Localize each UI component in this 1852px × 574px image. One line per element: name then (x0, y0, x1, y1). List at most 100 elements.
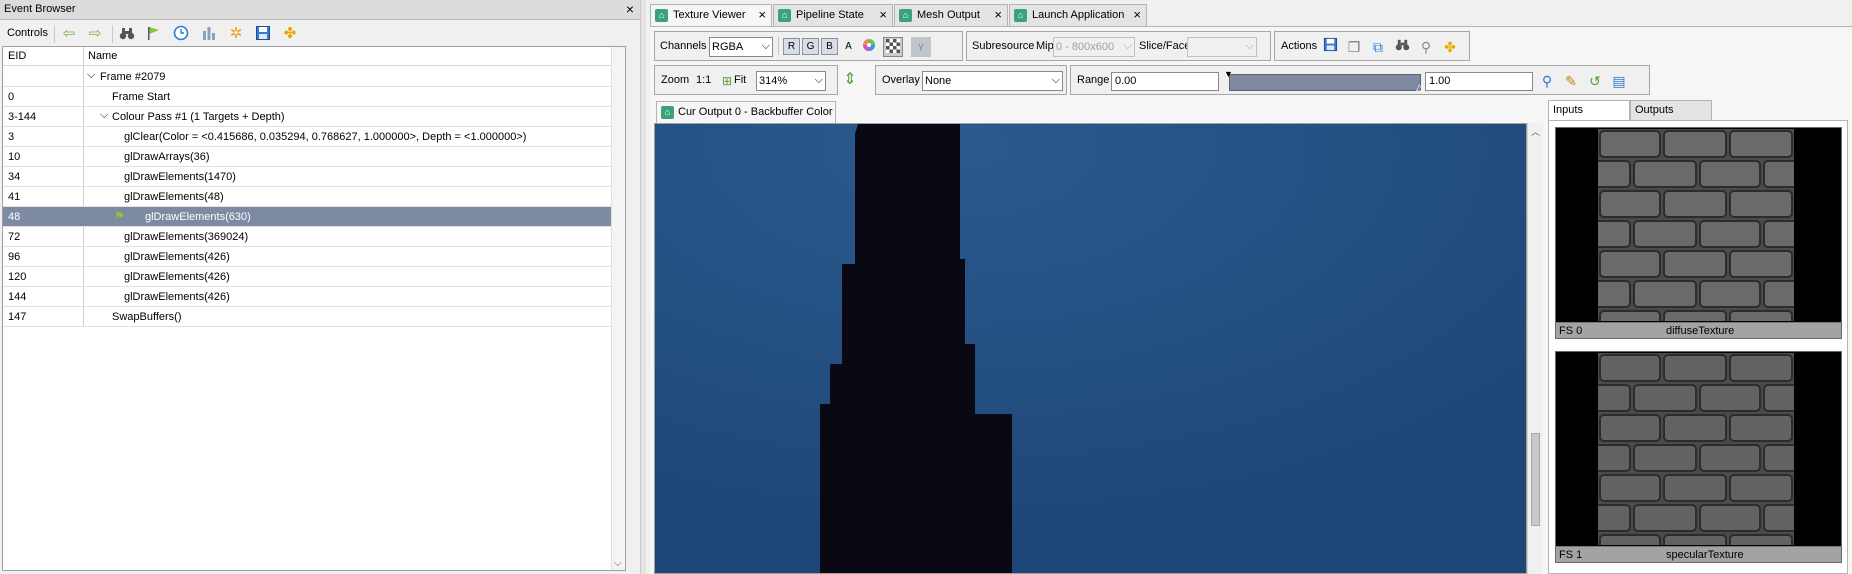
panel-splitter[interactable] (640, 0, 646, 574)
texture-view-canvas[interactable] (654, 123, 1527, 574)
window-icon: ⌂ (778, 9, 791, 22)
tab-launch-application[interactable]: ⌂ Launch Application × (1009, 4, 1147, 26)
range-min-handle[interactable]: ▼ (1224, 69, 1233, 79)
flag-icon[interactable] (144, 25, 162, 43)
open-file-icon[interactable]: ⧉ (1368, 37, 1388, 57)
fit-button[interactable]: Fit (734, 74, 746, 86)
range-histogram-slider[interactable] (1229, 74, 1421, 91)
arrow-left-icon[interactable]: ⇦ (60, 25, 78, 43)
close-icon[interactable]: × (626, 1, 634, 17)
binoculars-icon[interactable] (118, 25, 136, 43)
event-row[interactable]: 96 glDrawElements(426) (3, 247, 625, 267)
event-id: 48 (8, 211, 21, 223)
chevron-down-icon[interactable]: ⌵ (87, 69, 95, 82)
event-row[interactable]: 41 glDrawElements(48) (3, 187, 625, 207)
tab-label: Texture Viewer (673, 9, 746, 21)
thumbnail-name: specularTexture (1666, 549, 1744, 561)
range-group: Range 0.00 ▼ △ 1.00 ⚲ ✎ ↺ ▤ (1070, 65, 1650, 95)
event-row[interactable]: 3 glClear(Color = <0.415686, 0.035294, 0… (3, 127, 625, 147)
close-icon[interactable]: × (879, 7, 887, 22)
texture-view-tab[interactable]: ⌂ Cur Output 0 - Backbuffer Color (656, 101, 836, 123)
event-row-pass[interactable]: 3-144 ⌵ Colour Pass #1 (1 Targets + Dept… (3, 107, 625, 127)
event-name: Frame #2079 (100, 71, 166, 83)
overlay-select[interactable]: None ⌵ (922, 71, 1063, 91)
gamma-toggle-icon[interactable]: γ (911, 37, 931, 57)
tab-mesh-output[interactable]: ⌂ Mesh Output × (894, 4, 1008, 26)
event-row[interactable]: 120 glDrawElements(426) (3, 267, 625, 287)
tab-outputs[interactable]: Outputs (1630, 100, 1712, 121)
event-id: 34 (8, 171, 21, 183)
zoom-range-icon[interactable]: ⚲ (1537, 71, 1557, 91)
event-id: 3 (8, 131, 15, 143)
slice-face-select[interactable]: ⌵ (1187, 37, 1257, 57)
texture-view-scrollbar[interactable]: ︿ (1527, 123, 1543, 574)
save-icon[interactable] (254, 25, 272, 43)
window-icon: ⌂ (1014, 9, 1027, 22)
event-row-selected[interactable]: 48 ⚑ glDrawElements(630) (3, 207, 625, 227)
tab-pipeline-state[interactable]: ⌂ Pipeline State × (773, 4, 893, 26)
event-name: Colour Pass #1 (1 Targets + Depth) (112, 111, 285, 123)
tab-texture-viewer[interactable]: ⌂ Texture Viewer × (650, 4, 772, 26)
bar-chart-icon[interactable] (200, 25, 218, 43)
texture-thumbnail[interactable]: FS 1 specularTexture (1555, 351, 1842, 563)
chevron-down-icon[interactable]: ⌵ (614, 558, 622, 569)
event-row[interactable]: 144 glDrawElements(426) (3, 287, 625, 307)
close-icon[interactable]: × (758, 7, 766, 22)
clock-icon[interactable] (172, 25, 190, 43)
event-row[interactable]: 34 glDrawElements(1470) (3, 167, 625, 187)
tab-inputs[interactable]: Inputs (1548, 100, 1630, 121)
event-browser-title-bar: Event Browser × (0, 0, 640, 20)
scrollbar-thumb[interactable] (1531, 433, 1540, 526)
texture-thumbnail[interactable]: FS 0 diffuseTexture (1555, 127, 1842, 339)
mip-select[interactable]: 0 - 800x600 ⌵ (1053, 37, 1135, 57)
checkerboard-icon[interactable] (883, 37, 903, 57)
chevron-up-icon[interactable]: ︿ (1531, 125, 1540, 138)
event-name: SwapBuffers() (112, 311, 182, 323)
event-row[interactable]: 0 Frame Start (3, 87, 625, 107)
zoom-1to1-button[interactable]: 1:1 (696, 74, 711, 86)
event-row[interactable]: 10 glDrawArrays(36) (3, 147, 625, 167)
alpha-channel-toggle[interactable]: A (840, 38, 857, 55)
flip-vertical-icon[interactable]: ⇕ (840, 70, 860, 90)
zoom-select[interactable]: 314% ⌵ (756, 71, 826, 91)
event-row[interactable]: 72 glDrawElements(369024) (3, 227, 625, 247)
thumbnail-slot: FS 0 (1559, 325, 1583, 337)
arrow-right-icon[interactable]: ⇨ (86, 25, 104, 43)
range-max-handle[interactable]: △ (1416, 82, 1423, 93)
red-channel-toggle[interactable]: R (783, 38, 800, 55)
event-tree[interactable]: EID Name ⌵ Frame #2079 0 Frame Start 3-1… (2, 46, 626, 571)
gear-icon[interactable]: ✲ (227, 25, 245, 43)
texture-preview-image (1598, 129, 1794, 321)
reset-icon[interactable]: ↺ (1585, 71, 1605, 91)
toolbar-separator (778, 37, 779, 55)
event-row[interactable]: 147 SwapBuffers() (3, 307, 625, 327)
event-tree-scrollbar[interactable]: ⌵ (611, 47, 625, 570)
event-row-frame[interactable]: ⌵ Frame #2079 (3, 67, 625, 87)
green-channel-toggle[interactable]: G (802, 38, 819, 55)
link-icon[interactable]: ⚲ (1416, 37, 1436, 57)
overlay-label: Overlay (882, 74, 920, 86)
eid-column-header[interactable]: EID (8, 50, 26, 62)
binoculars-icon[interactable] (1392, 37, 1412, 57)
chevron-down-icon: ⌵ (1051, 74, 1060, 86)
blue-channel-toggle[interactable]: B (821, 38, 838, 55)
histogram-icon[interactable]: ▤ (1609, 71, 1629, 91)
chevron-down-icon: ⌵ (1123, 40, 1132, 52)
channels-select[interactable]: RGBA ⌵ (709, 37, 773, 57)
color-wheel-icon[interactable] (859, 37, 879, 57)
event-name: glDrawElements(426) (124, 251, 230, 263)
auto-fit-icon[interactable]: ✎ (1561, 71, 1581, 91)
tab-label: Outputs (1635, 104, 1674, 116)
chevron-down-icon[interactable]: ⌵ (100, 109, 108, 122)
puzzle-icon[interactable]: ✤ (1440, 37, 1460, 57)
name-column-header[interactable]: Name (88, 50, 117, 62)
chevron-down-icon: ⌵ (1245, 40, 1254, 52)
controls-label: Controls (7, 27, 48, 39)
range-max-input[interactable]: 1.00 (1425, 72, 1533, 91)
save-icon[interactable] (1320, 37, 1340, 57)
close-icon[interactable]: × (1133, 7, 1141, 22)
copy-icon[interactable]: ❐ (1344, 37, 1364, 57)
range-min-input[interactable]: 0.00 (1111, 72, 1219, 91)
puzzle-icon[interactable]: ✤ (281, 25, 299, 43)
close-icon[interactable]: × (994, 7, 1002, 22)
